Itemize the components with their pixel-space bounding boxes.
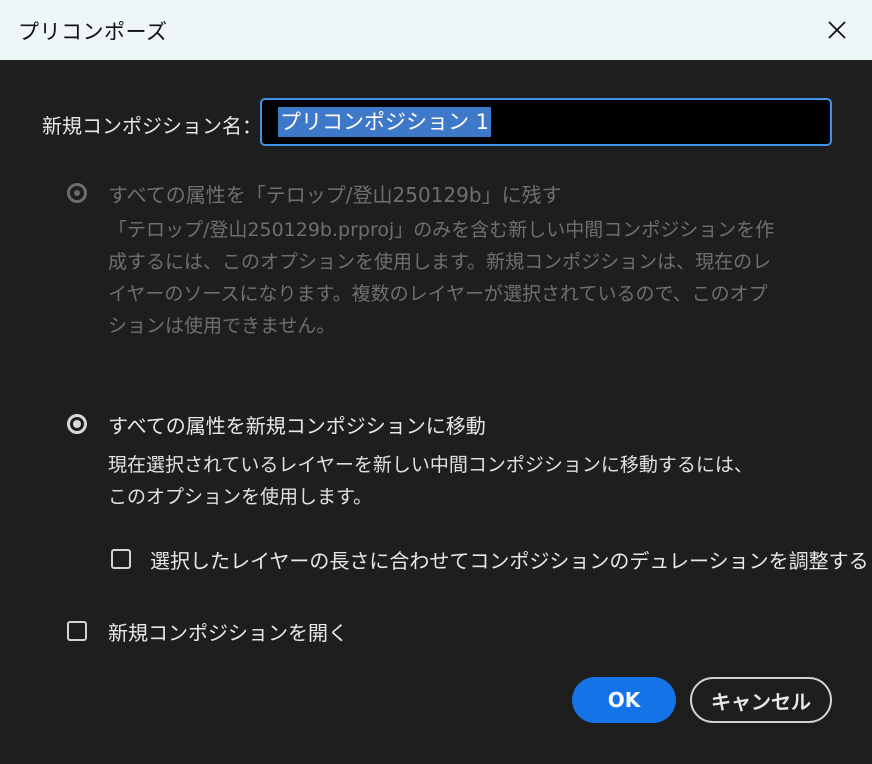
- move-attributes-label: すべての属性を新規コンポジションに移動: [108, 414, 486, 438]
- composition-name-label: 新規コンポジション名：: [42, 114, 262, 138]
- ok-button[interactable]: OK: [572, 677, 676, 723]
- move-desc-line: このオプションを使用します。: [108, 486, 373, 508]
- keep-attributes-label: すべての属性を「テロップ/登山250129b」に残す: [108, 183, 562, 207]
- radio-keep-attributes[interactable]: [67, 183, 87, 203]
- keep-attributes-description: 「テロップ/登山250129b.prproj」のみを含む新しい中間コンポジション…: [108, 214, 788, 342]
- keep-desc-line: ションは使用できません。: [108, 315, 336, 337]
- open-new-comp-checkbox[interactable]: [67, 621, 87, 641]
- dialog-title: プリコンポーズ: [18, 20, 168, 44]
- radio-move-attributes[interactable]: [67, 414, 87, 434]
- move-attributes-description: 現在選択されているレイヤーを新しい中間コンポジションに移動するには、 このオプシ…: [108, 449, 788, 513]
- precompose-dialog: プリコンポーズ 新規コンポジション名： プリコンポジション 1 すべての属性を「…: [0, 0, 872, 764]
- close-button[interactable]: [818, 12, 856, 48]
- adjust-duration-checkbox[interactable]: [111, 549, 131, 569]
- keep-desc-line: イヤーのソースになります。複数のレイヤーが選択されているので、このオプ: [108, 283, 768, 305]
- keep-desc-line: 「テロップ/登山250129b.prproj」のみを含む新しい中間コンポジション…: [108, 219, 775, 241]
- keep-desc-line: 成するには、このオプションを使用します。新規コンポジションは、現在のレ: [108, 251, 772, 273]
- open-new-comp-label: 新規コンポジションを開く: [108, 621, 348, 645]
- composition-name-input[interactable]: プリコンポジション 1: [260, 98, 832, 146]
- cancel-button[interactable]: キャンセル: [690, 677, 832, 723]
- move-desc-line: 現在選択されているレイヤーを新しい中間コンポジションに移動するには、: [108, 454, 753, 476]
- composition-name-value: プリコンポジション 1: [278, 107, 492, 137]
- close-icon: [828, 21, 846, 39]
- title-bar: プリコンポーズ: [0, 0, 872, 60]
- adjust-duration-label: 選択したレイヤーの長さに合わせてコンポジションのデュレーションを調整する: [150, 549, 869, 573]
